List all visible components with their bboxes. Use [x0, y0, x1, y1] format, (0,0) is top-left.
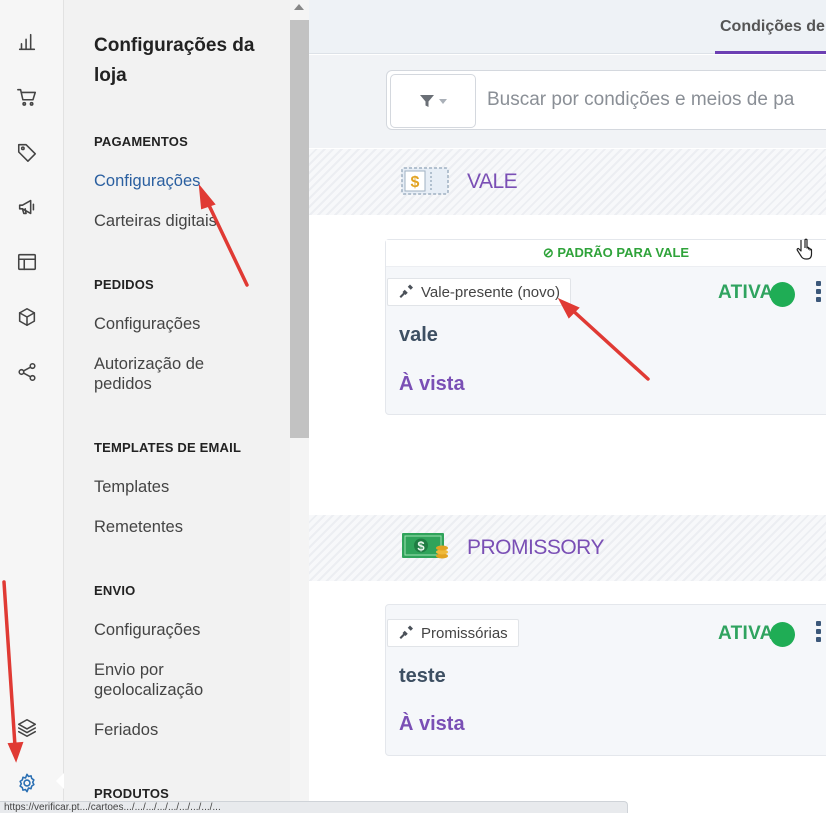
card-term: À vista — [399, 713, 465, 735]
default-badge-text: PADRÃO PARA VALE — [557, 245, 690, 260]
card-name: vale — [399, 324, 438, 346]
menu-item-templates[interactable]: Templates — [94, 477, 274, 497]
status-text: ATIVA — [718, 282, 774, 303]
group-header-promissory: $ PROMISSORY — [309, 515, 826, 581]
card-term: À vista — [399, 373, 465, 395]
menu-item-autorizacao-pedidos[interactable]: Autorização de pedidos — [94, 354, 234, 394]
status-dot — [770, 282, 795, 307]
money-icon: $ — [402, 533, 448, 559]
menu-scrollbar[interactable] — [290, 0, 309, 813]
bar-chart-icon[interactable] — [14, 29, 40, 55]
megaphone-icon[interactable] — [14, 194, 40, 220]
default-badge: ⊘ PADRÃO PARA VALE — [386, 240, 826, 267]
hand-cursor-icon — [796, 238, 813, 260]
scroll-up-arrow-icon[interactable] — [294, 4, 304, 10]
scroll-thumb[interactable] — [290, 20, 309, 438]
plug-icon — [399, 625, 413, 639]
chevron-down-icon — [439, 98, 447, 104]
menu-item-pagamentos-configuracoes[interactable]: Configurações — [94, 171, 274, 191]
connector-chip-promissory: Promissórias — [387, 619, 519, 647]
share-icon[interactable] — [14, 359, 40, 385]
menu-title: Configurações da loja — [94, 35, 255, 86]
group-label-vale: VALE — [467, 170, 518, 193]
tag-icon[interactable] — [14, 139, 40, 165]
check-circle-icon: ⊘ — [542, 245, 554, 260]
connector-chip-vale: Vale-presente (novo) — [387, 278, 571, 306]
group-label-promissory: PROMISSORY — [467, 536, 604, 559]
group-header-vale: $ VALE — [309, 149, 826, 215]
kebab-menu-icon[interactable] — [816, 621, 822, 645]
url-status-bar: https://verificar.pt.../cartoes.../.../.… — [0, 801, 628, 813]
connector-name: Vale-presente (novo) — [421, 283, 560, 301]
search-box[interactable]: Buscar por condições e meios de pa — [386, 70, 826, 130]
menu-item-remetentes[interactable]: Remetentes — [94, 517, 274, 537]
status-text: ATIVA — [718, 623, 774, 644]
box-icon[interactable] — [14, 304, 40, 330]
status-dot — [770, 622, 795, 647]
section-produtos: PRODUTOS — [94, 786, 170, 801]
icon-rail — [0, 0, 65, 813]
gear-icon[interactable] — [14, 770, 40, 796]
svg-text:$: $ — [417, 539, 425, 554]
card-name: teste — [399, 665, 446, 687]
section-pagamentos: PAGAMENTOS — [94, 134, 188, 149]
tab-condicoes[interactable]: Condições de p — [715, 0, 826, 54]
connector-name: Promissórias — [421, 624, 508, 642]
svg-text:$: $ — [411, 174, 420, 191]
layout-icon[interactable] — [14, 249, 40, 275]
layers-icon[interactable] — [14, 715, 40, 741]
payment-card-vale[interactable]: ⊘ PADRÃO PARA VALE Vale-presente (novo) … — [385, 239, 826, 415]
main-content: Condições de p Buscar por condições e me… — [309, 0, 826, 813]
plug-icon — [399, 284, 413, 298]
search-area: Buscar por condições e meios de pa — [309, 55, 826, 148]
filter-icon — [420, 95, 434, 107]
settings-menu: Configurações da loja PAGAMENTOS Configu… — [64, 0, 290, 813]
menu-item-envio-geolocalizacao[interactable]: Envio por geolocalização — [94, 660, 234, 700]
menu-item-envio-configuracoes[interactable]: Configurações — [94, 620, 274, 640]
menu-item-pedidos-configuracoes[interactable]: Configurações — [94, 314, 274, 334]
menu-item-feriados[interactable]: Feriados — [94, 720, 274, 740]
payment-card-promissory[interactable]: Promissórias ATIVA teste À vista — [385, 604, 826, 756]
menu-item-carteiras-digitais[interactable]: Carteiras digitais — [94, 211, 274, 231]
cart-icon[interactable] — [14, 84, 40, 110]
voucher-icon: $ — [401, 167, 449, 195]
top-tabs: Condições de p — [309, 0, 826, 54]
section-envio: ENVIO — [94, 583, 136, 598]
search-input[interactable]: Buscar por condições e meios de pa — [487, 89, 794, 111]
kebab-menu-icon[interactable] — [816, 281, 822, 305]
filter-button[interactable] — [390, 74, 476, 128]
section-templates-email: TEMPLATES DE EMAIL — [94, 440, 242, 455]
section-pedidos: PEDIDOS — [94, 277, 154, 292]
